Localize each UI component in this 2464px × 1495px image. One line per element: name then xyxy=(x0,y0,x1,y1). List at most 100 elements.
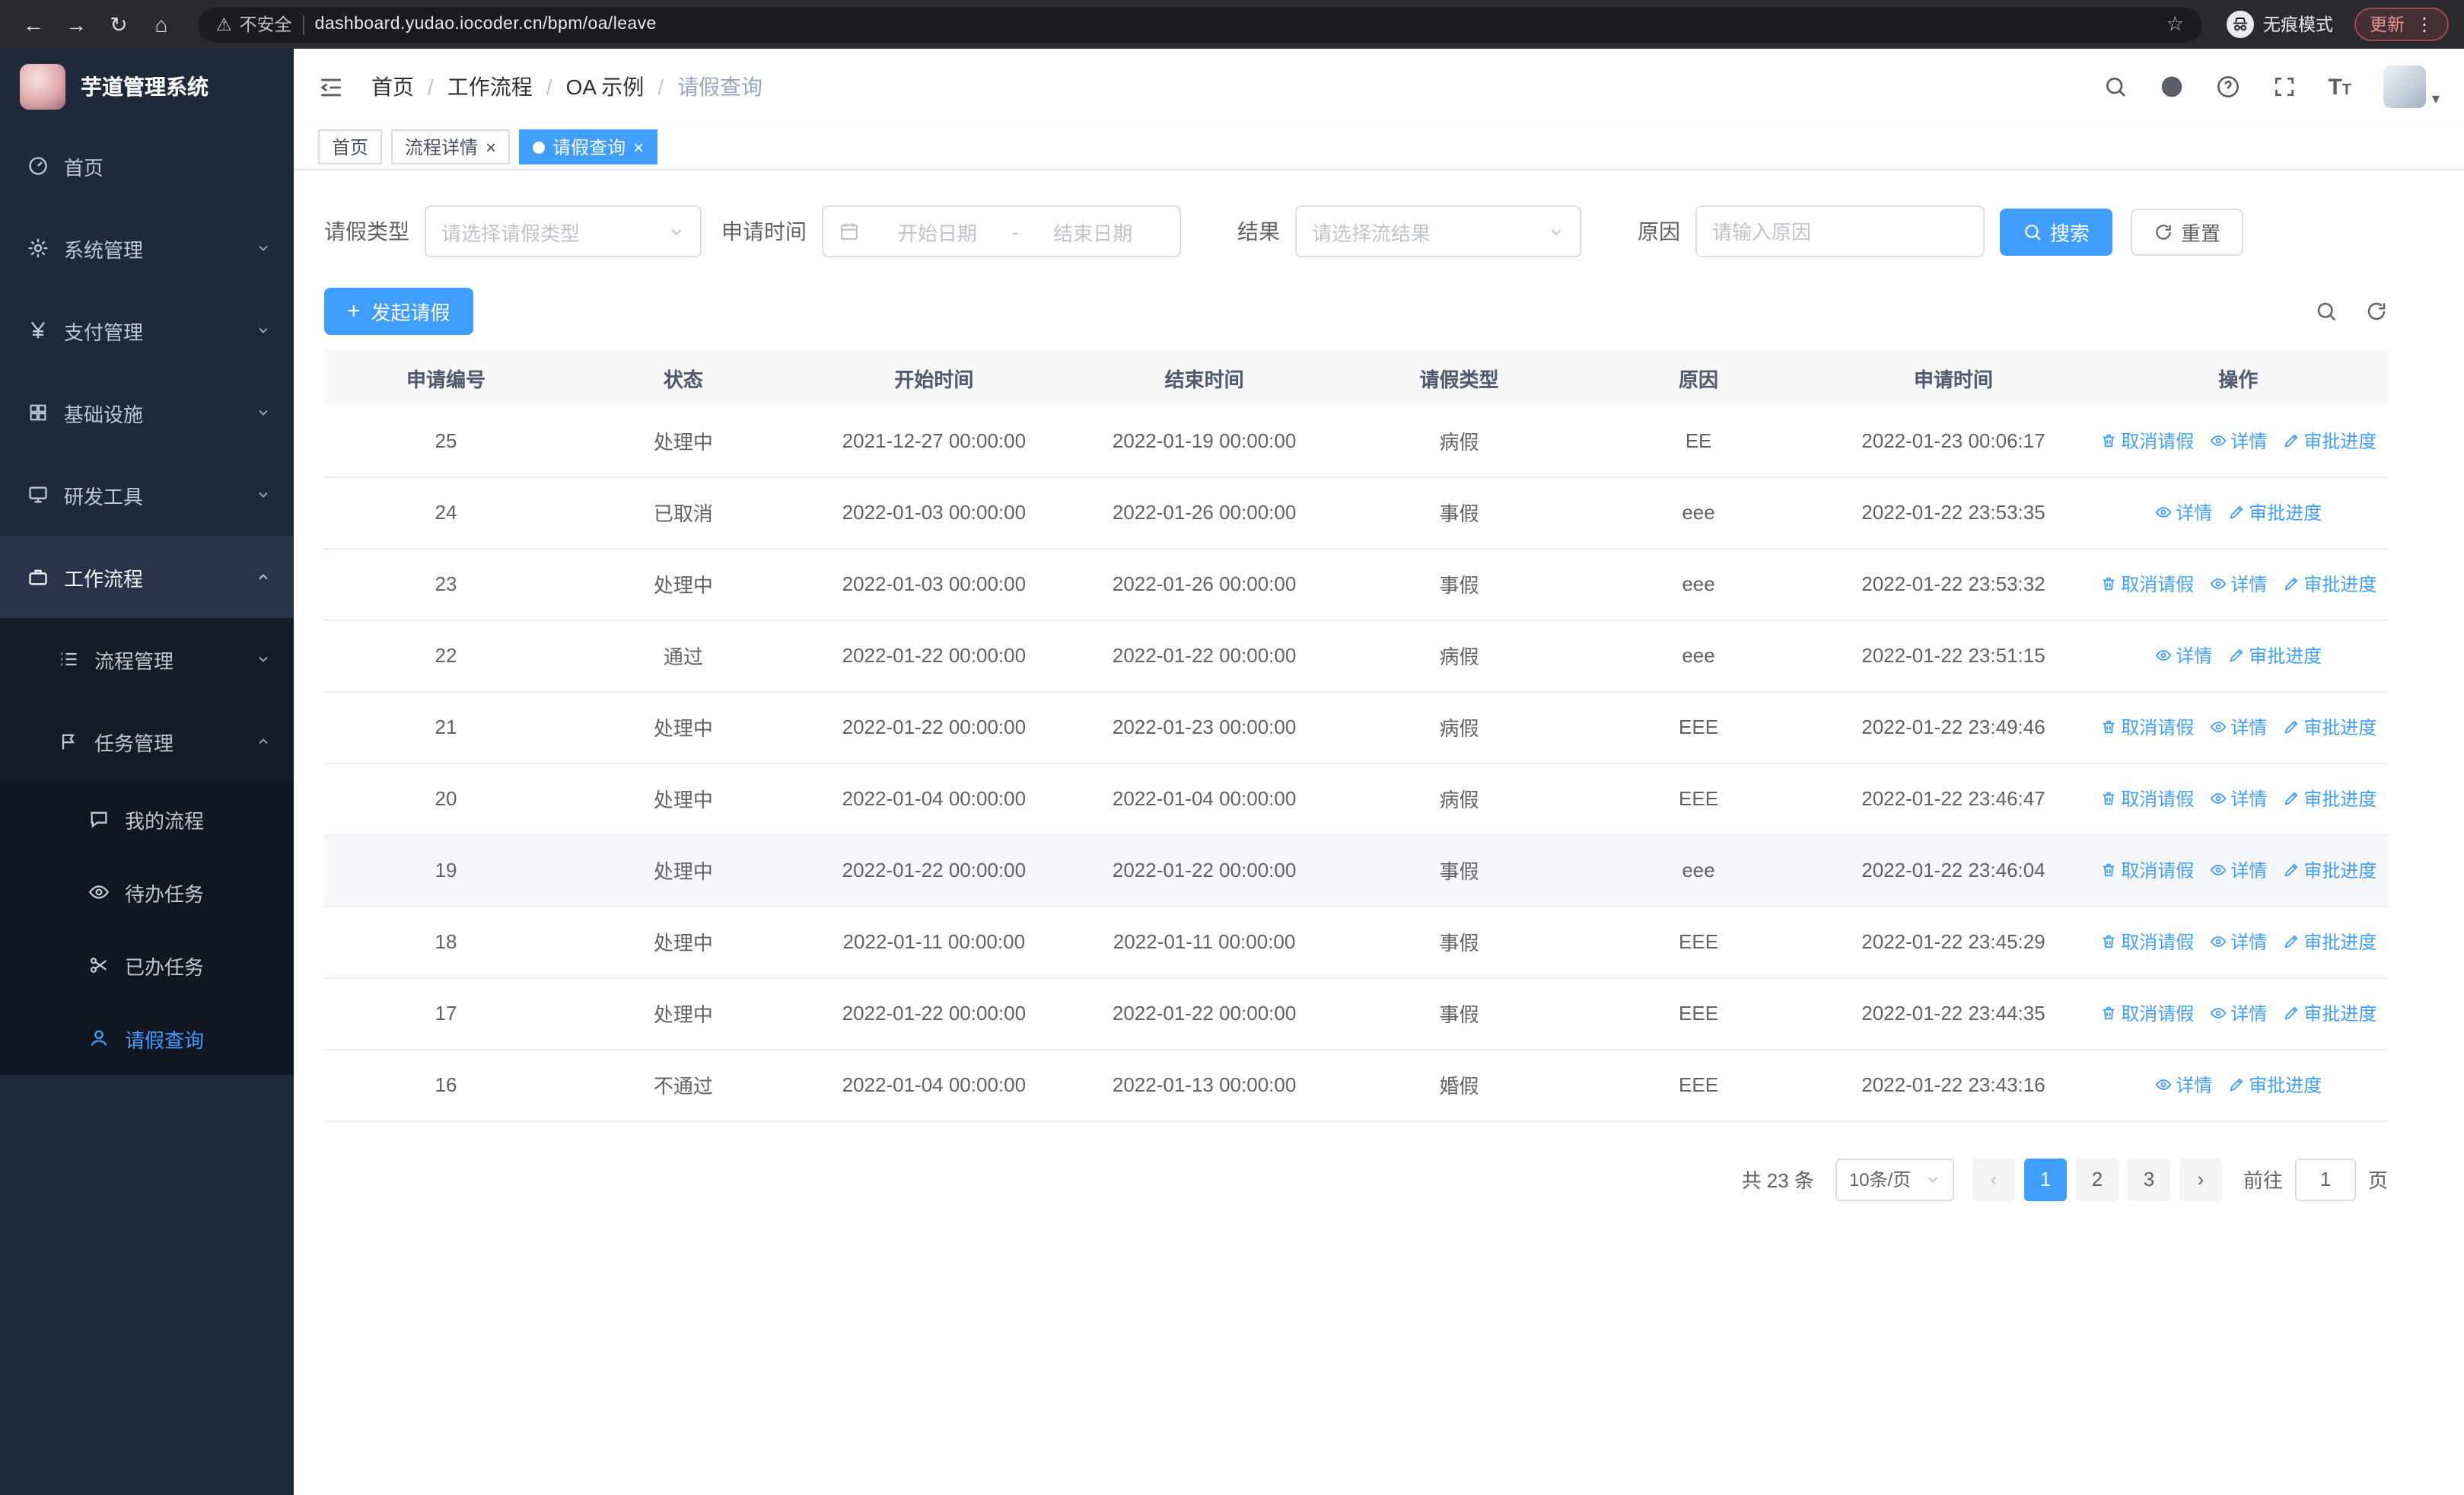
tab-process-detail[interactable]: 流程详情 × xyxy=(391,129,511,164)
incognito-label: 无痕模式 xyxy=(2263,17,2333,35)
result-select[interactable]: 请选择流结果 xyxy=(1295,206,1581,257)
sidebar-item-leave-query[interactable]: 请假查询 xyxy=(0,1002,294,1075)
progress-link[interactable]: 审批进度 xyxy=(2282,1000,2376,1026)
home-button[interactable]: ⌂ xyxy=(143,6,180,43)
progress-link[interactable]: 审批进度 xyxy=(2282,571,2376,597)
font-size-icon[interactable]: TT xyxy=(2328,75,2351,98)
view-icon xyxy=(2154,504,2171,521)
address-bar[interactable]: ⚠ 不安全 dashboard.yudao.iocoder.cn/bpm/oa/… xyxy=(198,7,2202,42)
cell-status: 通过 xyxy=(568,620,799,692)
sidebar-item-infrastructure[interactable]: 基础设施 xyxy=(0,371,294,454)
sidebar-item-dev-tools[interactable]: 研发工具 xyxy=(0,454,294,536)
detail-link[interactable]: 详情 xyxy=(2209,571,2267,597)
update-button[interactable]: 更新 ⋮ xyxy=(2354,8,2449,41)
detail-link[interactable]: 详情 xyxy=(2209,857,2267,883)
progress-link[interactable]: 审批进度 xyxy=(2282,786,2376,811)
detail-link[interactable]: 详情 xyxy=(2209,786,2267,811)
progress-link[interactable]: 审批进度 xyxy=(2282,929,2376,955)
help-icon[interactable] xyxy=(2215,75,2240,99)
reset-button[interactable]: 重置 xyxy=(2131,208,2244,255)
fullscreen-icon[interactable] xyxy=(2271,75,2296,99)
detail-link[interactable]: 详情 xyxy=(2209,428,2267,454)
detail-link[interactable]: 详情 xyxy=(2154,1072,2212,1098)
sidebar-item-task-mgmt[interactable]: 任务管理 xyxy=(0,700,294,783)
sidebar-item-label: 任务管理 xyxy=(94,732,174,754)
forward-button[interactable]: → xyxy=(58,6,94,43)
apply-time-range[interactable]: 开始日期 - 结束日期 xyxy=(822,206,1181,257)
column-header: 请假类型 xyxy=(1339,350,1579,405)
search-icon[interactable] xyxy=(2315,300,2338,323)
cell-leave-type: 事假 xyxy=(1339,977,1579,1050)
search-button[interactable]: 搜索 xyxy=(2000,208,2113,255)
table-head-row: 申请编号 状态 开始时间 结束时间 请假类型 原因 申请时间 操作 xyxy=(324,350,2388,405)
sidebar-item-done-tasks[interactable]: 已办任务 xyxy=(0,929,294,1002)
sidebar-item-todo-tasks[interactable]: 待办任务 xyxy=(0,856,294,929)
progress-link[interactable]: 审批进度 xyxy=(2282,428,2376,454)
cancel-leave-link[interactable]: 取消请假 xyxy=(2099,786,2194,811)
cell-apply-time: 2022-01-22 23:46:04 xyxy=(1818,834,2089,907)
detail-link[interactable]: 详情 xyxy=(2154,499,2212,525)
edit-icon xyxy=(2282,862,2299,878)
progress-link[interactable]: 审批进度 xyxy=(2227,642,2322,668)
close-icon[interactable]: × xyxy=(485,138,496,156)
breadcrumb-item[interactable]: 首页 xyxy=(371,72,414,102)
search-icon[interactable] xyxy=(2103,75,2127,99)
progress-link[interactable]: 审批进度 xyxy=(2282,714,2376,740)
refresh-icon[interactable] xyxy=(2365,300,2388,323)
sidebar-item-home[interactable]: 首页 xyxy=(0,125,294,207)
sidebar-item-process-mgmt[interactable]: 流程管理 xyxy=(0,618,294,700)
cancel-leave-link[interactable]: 取消请假 xyxy=(2099,857,2194,883)
breadcrumb-item[interactable]: 工作流程 xyxy=(447,72,533,102)
view-icon xyxy=(2154,647,2171,664)
edit-icon xyxy=(2227,647,2244,664)
sidebar-item-my-process[interactable]: 我的流程 xyxy=(0,783,294,856)
security-chip[interactable]: ⚠ 不安全 xyxy=(216,12,292,37)
prev-page-button[interactable]: ‹ xyxy=(1972,1158,2015,1200)
sidebar-item-payment-mgmt[interactable]: 支付管理 xyxy=(0,289,294,371)
page-size-select[interactable]: 10条/页 xyxy=(1835,1158,1954,1200)
page-button-1[interactable]: 1 xyxy=(2023,1158,2067,1200)
detail-link[interactable]: 详情 xyxy=(2209,929,2267,955)
breadcrumb-item[interactable]: OA 示例 xyxy=(566,72,645,102)
edit-icon xyxy=(2282,432,2299,449)
close-icon[interactable]: × xyxy=(633,138,644,156)
cancel-leave-link[interactable]: 取消请假 xyxy=(2099,428,2194,454)
tab-home[interactable]: 首页 xyxy=(318,129,383,164)
divider xyxy=(302,14,304,34)
detail-link[interactable]: 详情 xyxy=(2154,642,2212,668)
tab-leave-query[interactable]: 请假查询 × xyxy=(519,129,658,164)
leave-type-select[interactable]: 请选择请假类型 xyxy=(425,206,702,257)
cancel-leave-link[interactable]: 取消请假 xyxy=(2099,714,2194,740)
chevron-down-icon xyxy=(256,652,271,667)
cancel-leave-link[interactable]: 取消请假 xyxy=(2099,1000,2194,1026)
cell-status: 处理中 xyxy=(568,834,799,907)
user-avatar[interactable]: ▾ xyxy=(2383,65,2440,108)
progress-link[interactable]: 审批进度 xyxy=(2227,1072,2322,1098)
reason-input[interactable] xyxy=(1695,206,1985,257)
edit-icon xyxy=(2282,790,2299,807)
page-button-3[interactable]: 3 xyxy=(2127,1158,2170,1200)
page-button-2[interactable]: 2 xyxy=(2075,1158,2119,1200)
cell-actions: 取消请假 详情 审批进度 xyxy=(2088,548,2388,620)
sidebar: 芋道管理系统 首页 系统管理 支付管理 基础设施 研发工具 工作流程 流程管理 任务管理 我的流… xyxy=(0,49,294,1495)
reload-button[interactable]: ↻ xyxy=(100,6,137,43)
detail-link[interactable]: 详情 xyxy=(2209,1000,2267,1026)
cell-apply-time: 2022-01-23 00:06:17 xyxy=(1818,405,2089,477)
cell-apply-time: 2022-01-22 23:49:46 xyxy=(1818,691,2089,763)
detail-link[interactable]: 详情 xyxy=(2209,714,2267,740)
back-button[interactable]: ← xyxy=(15,6,52,43)
progress-link[interactable]: 审批进度 xyxy=(2282,857,2376,883)
menu-kebab-icon[interactable]: ⋮ xyxy=(2415,14,2434,35)
next-page-button[interactable]: › xyxy=(2179,1158,2222,1200)
github-icon[interactable] xyxy=(2159,75,2183,99)
view-icon xyxy=(2209,862,2226,878)
sidebar-item-workflow[interactable]: 工作流程 xyxy=(0,536,294,618)
collapse-sidebar-icon[interactable] xyxy=(318,74,344,100)
create-leave-button[interactable]: + 发起请假 xyxy=(324,288,473,335)
cancel-leave-link[interactable]: 取消请假 xyxy=(2099,929,2194,955)
goto-page-input[interactable] xyxy=(2294,1158,2356,1200)
cancel-leave-link[interactable]: 取消请假 xyxy=(2099,571,2194,597)
bookmark-star-icon[interactable]: ☆ xyxy=(2166,12,2184,37)
progress-link[interactable]: 审批进度 xyxy=(2227,499,2322,525)
sidebar-item-system-mgmt[interactable]: 系统管理 xyxy=(0,207,294,289)
